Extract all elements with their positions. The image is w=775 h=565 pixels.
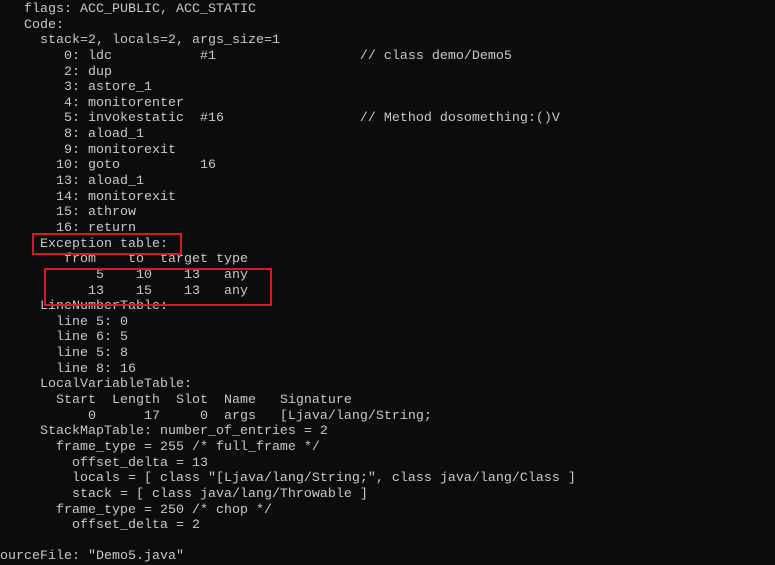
console-line: stack=2, locals=2, args_size=1 <box>0 33 280 49</box>
console-line: 5: invokestatic #16 // Method dosomethin… <box>0 111 560 127</box>
console-line: line 8: 16 <box>0 361 136 377</box>
console-line: frame_type = 255 /* full_frame */ <box>0 439 320 455</box>
console-line: 10: goto 16 <box>0 158 216 174</box>
console-line: 13: aload_1 <box>0 174 144 190</box>
console-line: locals = [ class "[Ljava/lang/String;", … <box>0 471 576 487</box>
console-line: offset_delta = 13 <box>0 455 208 471</box>
console-line: frame_type = 250 /* chop */ <box>0 502 272 518</box>
console-line: 14: monitorexit <box>0 189 176 205</box>
console-line: 3: astore_1 <box>0 80 152 96</box>
console-line: LocalVariableTable: <box>0 377 192 393</box>
highlight-box-exception-table-rows <box>44 268 272 306</box>
console-line: stack = [ class java/lang/Throwable ] <box>0 486 368 502</box>
console-line: 9: monitorexit <box>0 142 176 158</box>
console-line: Start Length Slot Name Signature <box>0 393 352 409</box>
console-line: line 5: 0 <box>0 314 128 330</box>
console-line: 0: ldc #1 // class demo/Demo5 <box>0 48 512 64</box>
console-line: 8: aload_1 <box>0 127 144 143</box>
console-line: offset_delta = 2 <box>0 518 200 534</box>
console-line: 0 17 0 args [Ljava/lang/String; <box>0 408 432 424</box>
console-line: 15: athrow <box>0 205 136 221</box>
console-line: line 5: 8 <box>0 346 128 362</box>
console-line: Code: <box>0 17 64 33</box>
console-line: 2: dup <box>0 64 112 80</box>
console-line: flags: ACC_PUBLIC, ACC_STATIC <box>0 2 256 17</box>
console-line: 4: monitorenter <box>0 95 184 111</box>
console-line: StackMapTable: number_of_entries = 2 <box>0 424 328 440</box>
console-line: line 6: 5 <box>0 330 128 346</box>
highlight-box-exception-table-label <box>32 233 182 255</box>
